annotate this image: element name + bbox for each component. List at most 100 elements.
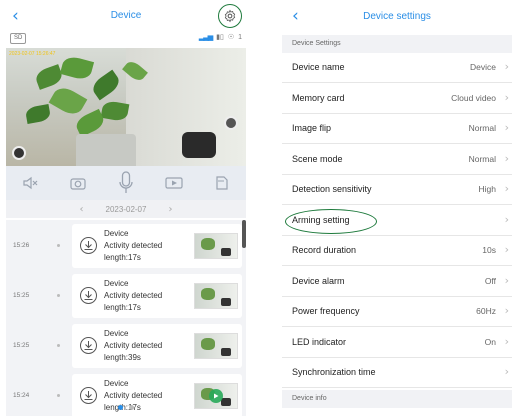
download-button[interactable] — [80, 287, 97, 304]
timeline-dot — [57, 344, 60, 347]
setting-row-led-indicator[interactable]: LED indicator On › — [282, 328, 512, 358]
talk-button[interactable] — [115, 171, 137, 194]
event-card[interactable]: Device Activity detected length:17s — [72, 374, 242, 416]
event-length: length:39s — [104, 353, 141, 362]
ptz-left-icon[interactable] — [12, 146, 26, 160]
event-time: 15:24 — [13, 392, 30, 399]
camera-icon — [70, 178, 86, 190]
row-label: LED indicator — [292, 337, 347, 347]
settings-header: ‹ Device settings — [282, 2, 512, 34]
setting-row-detection-sensitivity[interactable]: Detection sensitivity High › — [282, 175, 512, 205]
timeline-dot — [57, 244, 60, 247]
event-card[interactable]: Device Activity detected length:17s — [72, 224, 242, 268]
page-dot[interactable] — [118, 405, 123, 410]
event-time: 15:26 — [13, 242, 30, 249]
status-icons: ▂▃▅ ▮▯ ☉ 1 — [198, 33, 242, 42]
next-date-icon[interactable]: › — [168, 204, 172, 215]
setting-row-device-alarm[interactable]: Device alarm Off › — [282, 267, 512, 297]
device-header: ‹ Device — [6, 2, 246, 30]
row-label: Image flip — [292, 123, 332, 133]
setting-row-scene-mode[interactable]: Scene mode Normal › — [282, 145, 512, 175]
event-thumbnail[interactable] — [194, 333, 238, 359]
video-toolbar — [6, 166, 246, 200]
viewer-count: 1 — [238, 33, 242, 41]
microphone-icon — [119, 171, 133, 193]
setting-row-synchronization-time[interactable]: Synchronization time › — [282, 358, 512, 388]
signal-icon: ▂▃▅ — [198, 34, 213, 41]
row-label: Power frequency — [292, 306, 360, 316]
setting-row-power-frequency[interactable]: Power frequency 60Hz › — [282, 297, 512, 327]
row-label: Detection sensitivity — [292, 184, 372, 194]
prev-date-icon[interactable]: ‹ — [80, 204, 84, 215]
download-icon — [84, 341, 93, 350]
section-device-info: Device info — [282, 390, 512, 408]
setting-row-arming-setting[interactable]: Arming setting › — [282, 206, 512, 236]
battery-icon: ▮▯ — [216, 34, 224, 41]
chevron-right-icon: › — [504, 91, 509, 104]
sd-badge[interactable]: SD — [10, 33, 27, 44]
list-item[interactable]: 15:26 Device Activity detected length:17… — [6, 222, 246, 268]
device-settings-screen: ‹ Device settings Device Settings Device… — [282, 2, 512, 416]
event-title: Device — [104, 329, 129, 338]
list-item[interactable]: 15:25 Device Activity detected length:39… — [6, 322, 246, 368]
chevron-right-icon: › — [504, 152, 509, 165]
chevron-right-icon: › — [504, 121, 509, 134]
setting-row-memory-card[interactable]: Memory card Cloud video › — [282, 84, 512, 114]
download-button[interactable] — [80, 387, 97, 404]
page-dot[interactable] — [129, 405, 134, 410]
play-icon[interactable] — [209, 389, 223, 403]
gear-icon — [224, 9, 236, 23]
download-button[interactable] — [80, 337, 97, 354]
row-label: Memory card — [292, 93, 345, 103]
snapshot-button[interactable] — [67, 172, 89, 194]
page-title: Device — [110, 10, 142, 21]
event-thumbnail[interactable] — [194, 283, 238, 309]
row-label: Device name — [292, 62, 345, 72]
chevron-right-icon: › — [504, 60, 509, 73]
row-label: Record duration — [292, 245, 357, 255]
event-title: Device — [104, 279, 129, 288]
ptz-right-icon[interactable] — [224, 116, 238, 130]
row-value: High — [478, 184, 496, 194]
event-desc: Activity detected — [104, 291, 163, 300]
device-screen: ‹ Device SD ▂▃▅ ▮▯ ☉ 1 2023-02-07 15:26:… — [6, 2, 246, 416]
setting-row-device-name[interactable]: Device name Device › — [282, 53, 512, 83]
row-value: Off — [484, 276, 496, 286]
list-item[interactable]: 15:25 Device Activity detected length:17… — [6, 272, 246, 318]
event-title: Device — [104, 379, 129, 388]
page-title: Device settings — [363, 11, 431, 22]
record-icon — [165, 177, 183, 189]
video-timestamp: 2023-02-07 15:26:47 — [9, 51, 56, 57]
live-video[interactable]: 2023-02-07 15:26:47 — [6, 48, 246, 166]
sd-card-button[interactable] — [211, 172, 233, 194]
row-value: Device — [470, 62, 496, 72]
event-title: Device — [104, 229, 129, 238]
event-card[interactable]: Device Activity detected length:17s — [72, 274, 242, 318]
row-label: Arming setting — [292, 215, 350, 225]
event-thumbnail[interactable] — [194, 233, 238, 259]
setting-row-record-duration[interactable]: Record duration 10s › — [282, 236, 512, 266]
row-value: 60Hz — [476, 306, 496, 316]
chevron-right-icon: › — [504, 182, 509, 195]
mute-button[interactable] — [19, 172, 41, 194]
row-value: Cloud video — [451, 93, 496, 103]
chevron-right-icon: › — [504, 243, 509, 256]
row-value: On — [484, 337, 496, 347]
download-button[interactable] — [80, 237, 97, 254]
section-device-settings: Device Settings — [282, 35, 512, 53]
row-value: 10s — [482, 245, 496, 255]
current-date[interactable]: 2023-02-07 — [106, 205, 147, 214]
event-desc: Activity detected — [104, 341, 163, 350]
record-button[interactable] — [163, 172, 185, 194]
download-icon — [84, 241, 93, 250]
settings-button[interactable] — [218, 4, 242, 28]
row-label: Device alarm — [292, 276, 345, 286]
download-icon — [84, 291, 93, 300]
chevron-right-icon: › — [504, 213, 509, 226]
event-time: 15:25 — [13, 292, 30, 299]
setting-row-image-flip[interactable]: Image flip Normal › — [282, 114, 512, 144]
event-desc: Activity detected — [104, 241, 163, 250]
event-thumbnail[interactable] — [194, 383, 238, 409]
event-card[interactable]: Device Activity detected length:39s — [72, 324, 242, 368]
download-icon — [84, 391, 93, 400]
